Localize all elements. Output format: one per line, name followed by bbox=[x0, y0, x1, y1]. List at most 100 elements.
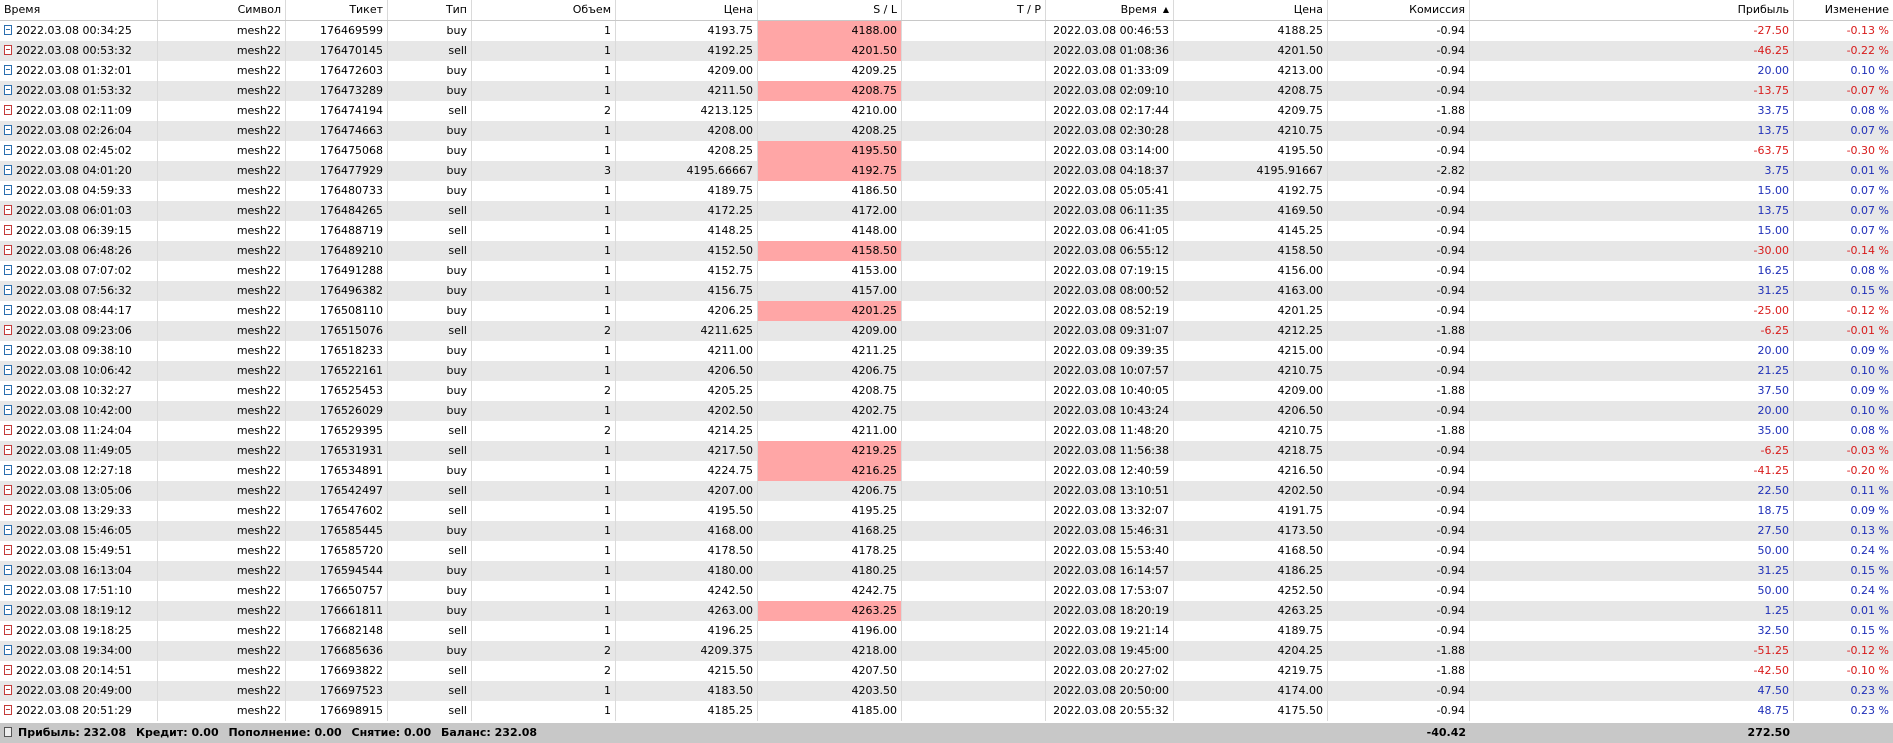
cell-type-text: sell bbox=[448, 44, 467, 57]
cell-ticket: 176472603 bbox=[286, 61, 388, 81]
table-row[interactable]: 2022.03.08 06:01:03 mesh22 176484265 sell 1 4… bbox=[0, 201, 1893, 221]
table-row[interactable]: 2022.03.08 19:18:25 mesh22 176682148 sell 1 4… bbox=[0, 621, 1893, 641]
table-row[interactable]: 2022.03.08 11:24:04 mesh22 176529395 sell 2 4… bbox=[0, 421, 1893, 441]
cell-symbol: mesh22 bbox=[158, 201, 286, 221]
cell-tp bbox=[902, 81, 1046, 101]
cell-time-text: 2022.03.08 06:39:15 bbox=[16, 224, 132, 237]
cell-price: 4211.50 bbox=[616, 81, 758, 101]
cell-close-time: 2022.03.08 20:27:02 bbox=[1046, 661, 1174, 681]
table-row[interactable]: 2022.03.08 01:32:01 mesh22 176472603 buy 1 42… bbox=[0, 61, 1893, 81]
table-row[interactable]: 2022.03.08 07:56:32 mesh22 176496382 buy 1 41… bbox=[0, 281, 1893, 301]
cell-change: 0.09 % bbox=[1794, 381, 1893, 401]
cell-change-text: 0.08 % bbox=[1850, 104, 1889, 117]
cell-tp bbox=[902, 401, 1046, 421]
table-row[interactable]: 2022.03.08 12:27:18 mesh22 176534891 buy 1 42… bbox=[0, 461, 1893, 481]
column-header-time[interactable]: Время bbox=[0, 0, 158, 20]
table-row[interactable]: 2022.03.08 11:49:05 mesh22 176531931 sell 1 4… bbox=[0, 441, 1893, 461]
table-row[interactable]: 2022.03.08 02:26:04 mesh22 176474663 buy 1 42… bbox=[0, 121, 1893, 141]
table-row[interactable]: 2022.03.08 00:34:25 mesh22 176469599 buy 1 41… bbox=[0, 21, 1893, 41]
cell-close-price: 4219.75 bbox=[1174, 661, 1328, 681]
table-row[interactable]: 2022.03.08 08:44:17 mesh22 176508110 buy 1 42… bbox=[0, 301, 1893, 321]
table-row[interactable]: 2022.03.08 01:53:32 mesh22 176473289 buy 1 42… bbox=[0, 81, 1893, 101]
table-row[interactable]: 2022.03.08 00:53:32 mesh22 176470145 sell 1 4… bbox=[0, 41, 1893, 61]
cell-time: 2022.03.08 20:49:00 bbox=[0, 681, 158, 701]
cell-ticket: 176508110 bbox=[286, 301, 388, 321]
table-row[interactable]: 2022.03.08 09:38:10 mesh22 176518233 buy 1 42… bbox=[0, 341, 1893, 361]
column-header-volume[interactable]: Объем bbox=[472, 0, 616, 20]
table-row[interactable]: 2022.03.08 10:32:27 mesh22 176525453 buy 2 42… bbox=[0, 381, 1893, 401]
cell-commission: -0.94 bbox=[1328, 281, 1470, 301]
column-header-close-time[interactable]: Время ▲ bbox=[1046, 0, 1174, 20]
table-row[interactable]: 2022.03.08 15:49:51 mesh22 176585720 sell 1 4… bbox=[0, 541, 1893, 561]
table-row[interactable]: 2022.03.08 10:06:42 mesh22 176522161 buy 1 42… bbox=[0, 361, 1893, 381]
table-row[interactable]: 2022.03.08 09:23:06 mesh22 176515076 sell 2 4… bbox=[0, 321, 1893, 341]
buy-order-icon bbox=[4, 405, 12, 415]
cell-type-text: buy bbox=[446, 304, 467, 317]
table-row[interactable]: 2022.03.08 07:07:02 mesh22 176491288 buy 1 41… bbox=[0, 261, 1893, 281]
table-row[interactable]: 2022.03.08 04:59:33 mesh22 176480733 buy 1 41… bbox=[0, 181, 1893, 201]
column-header-change[interactable]: Изменение bbox=[1794, 0, 1893, 20]
cell-time-text: 2022.03.08 04:59:33 bbox=[16, 184, 132, 197]
column-header-profit[interactable]: Прибыль bbox=[1470, 0, 1794, 20]
cell-time: 2022.03.08 06:39:15 bbox=[0, 221, 158, 241]
cell-price-text: 4152.50 bbox=[707, 244, 754, 257]
cell-price-text: 4168.00 bbox=[707, 524, 754, 537]
table-row[interactable]: 2022.03.08 16:13:04 mesh22 176594544 buy 1 41… bbox=[0, 561, 1893, 581]
cell-sl-text: 4211.25 bbox=[851, 344, 898, 357]
table-row[interactable]: 2022.03.08 06:48:26 mesh22 176489210 sell 1 4… bbox=[0, 241, 1893, 261]
table-row[interactable]: 2022.03.08 06:39:15 mesh22 176488719 sell 1 4… bbox=[0, 221, 1893, 241]
cell-time: 2022.03.08 18:19:12 bbox=[0, 601, 158, 621]
table-row[interactable]: 2022.03.08 13:05:06 mesh22 176542497 sell 1 4… bbox=[0, 481, 1893, 501]
cell-time-text: 2022.03.08 06:48:26 bbox=[16, 244, 132, 257]
table-row[interactable]: 2022.03.08 20:51:29 mesh22 176698915 sell 1 4… bbox=[0, 701, 1893, 721]
cell-change: 0.15 % bbox=[1794, 621, 1893, 641]
cell-volume-text: 1 bbox=[604, 344, 611, 357]
column-header-tp[interactable]: T / P bbox=[902, 0, 1046, 20]
cell-close-time: 2022.03.08 04:18:37 bbox=[1046, 161, 1174, 181]
cell-time: 2022.03.08 20:51:29 bbox=[0, 701, 158, 721]
cell-type: buy bbox=[388, 301, 472, 321]
table-row[interactable]: 2022.03.08 10:42:00 mesh22 176526029 buy 1 42… bbox=[0, 401, 1893, 421]
cell-time-text: 2022.03.08 20:51:29 bbox=[16, 704, 132, 717]
cell-type: sell bbox=[388, 101, 472, 121]
cell-type-text: sell bbox=[448, 544, 467, 557]
cell-volume-text: 1 bbox=[604, 204, 611, 217]
buy-order-icon bbox=[4, 265, 12, 275]
cell-symbol-text: mesh22 bbox=[236, 224, 281, 237]
cell-sl-text: 4208.75 bbox=[851, 84, 898, 97]
table-row[interactable]: 2022.03.08 04:01:20 mesh22 176477929 buy 3 41… bbox=[0, 161, 1893, 181]
column-header-close-price[interactable]: Цена bbox=[1174, 0, 1328, 20]
table-row[interactable]: 2022.03.08 20:14:51 mesh22 176693822 sell 2 4… bbox=[0, 661, 1893, 681]
cell-commission-text: -0.94 bbox=[1436, 584, 1465, 597]
cell-price: 4217.50 bbox=[616, 441, 758, 461]
buy-order-icon bbox=[4, 25, 12, 35]
column-header-symbol[interactable]: Символ bbox=[158, 0, 286, 20]
cell-close-price: 4168.50 bbox=[1174, 541, 1328, 561]
sell-order-icon bbox=[4, 425, 12, 435]
cell-volume-text: 1 bbox=[604, 64, 611, 77]
cell-close-time: 2022.03.08 02:30:28 bbox=[1046, 121, 1174, 141]
table-row[interactable]: 2022.03.08 02:11:09 mesh22 176474194 sell 2 4… bbox=[0, 101, 1893, 121]
cell-symbol-text: mesh22 bbox=[236, 244, 281, 257]
table-row[interactable]: 2022.03.08 20:49:00 mesh22 176697523 sell 1 4… bbox=[0, 681, 1893, 701]
cell-volume: 1 bbox=[472, 341, 616, 361]
column-header-price[interactable]: Цена bbox=[616, 0, 758, 20]
table-row[interactable]: 2022.03.08 02:45:02 mesh22 176475068 buy 1 42… bbox=[0, 141, 1893, 161]
column-header-ticket[interactable]: Тикет bbox=[286, 0, 388, 20]
cell-close-time: 2022.03.08 12:40:59 bbox=[1046, 461, 1174, 481]
cell-price: 4192.25 bbox=[616, 41, 758, 61]
cell-close-price: 4173.50 bbox=[1174, 521, 1328, 541]
column-header-type[interactable]: Тип bbox=[388, 0, 472, 20]
cell-change-text: 0.24 % bbox=[1850, 544, 1889, 557]
cell-volume-text: 1 bbox=[604, 624, 611, 637]
column-header-commission[interactable]: Комиссия bbox=[1328, 0, 1470, 20]
table-row[interactable]: 2022.03.08 17:51:10 mesh22 176650757 buy 1 42… bbox=[0, 581, 1893, 601]
table-row[interactable]: 2022.03.08 18:19:12 mesh22 176661811 buy 1 42… bbox=[0, 601, 1893, 621]
cell-volume-text: 1 bbox=[604, 564, 611, 577]
table-row[interactable]: 2022.03.08 15:46:05 mesh22 176585445 buy 1 41… bbox=[0, 521, 1893, 541]
column-header-sl[interactable]: S / L bbox=[758, 0, 902, 20]
cell-profit: 3.75 bbox=[1470, 161, 1794, 181]
cell-time-text: 2022.03.08 10:42:00 bbox=[16, 404, 132, 417]
table-row[interactable]: 2022.03.08 13:29:33 mesh22 176547602 sell 1 4… bbox=[0, 501, 1893, 521]
table-row[interactable]: 2022.03.08 19:34:00 mesh22 176685636 buy 2 42… bbox=[0, 641, 1893, 661]
